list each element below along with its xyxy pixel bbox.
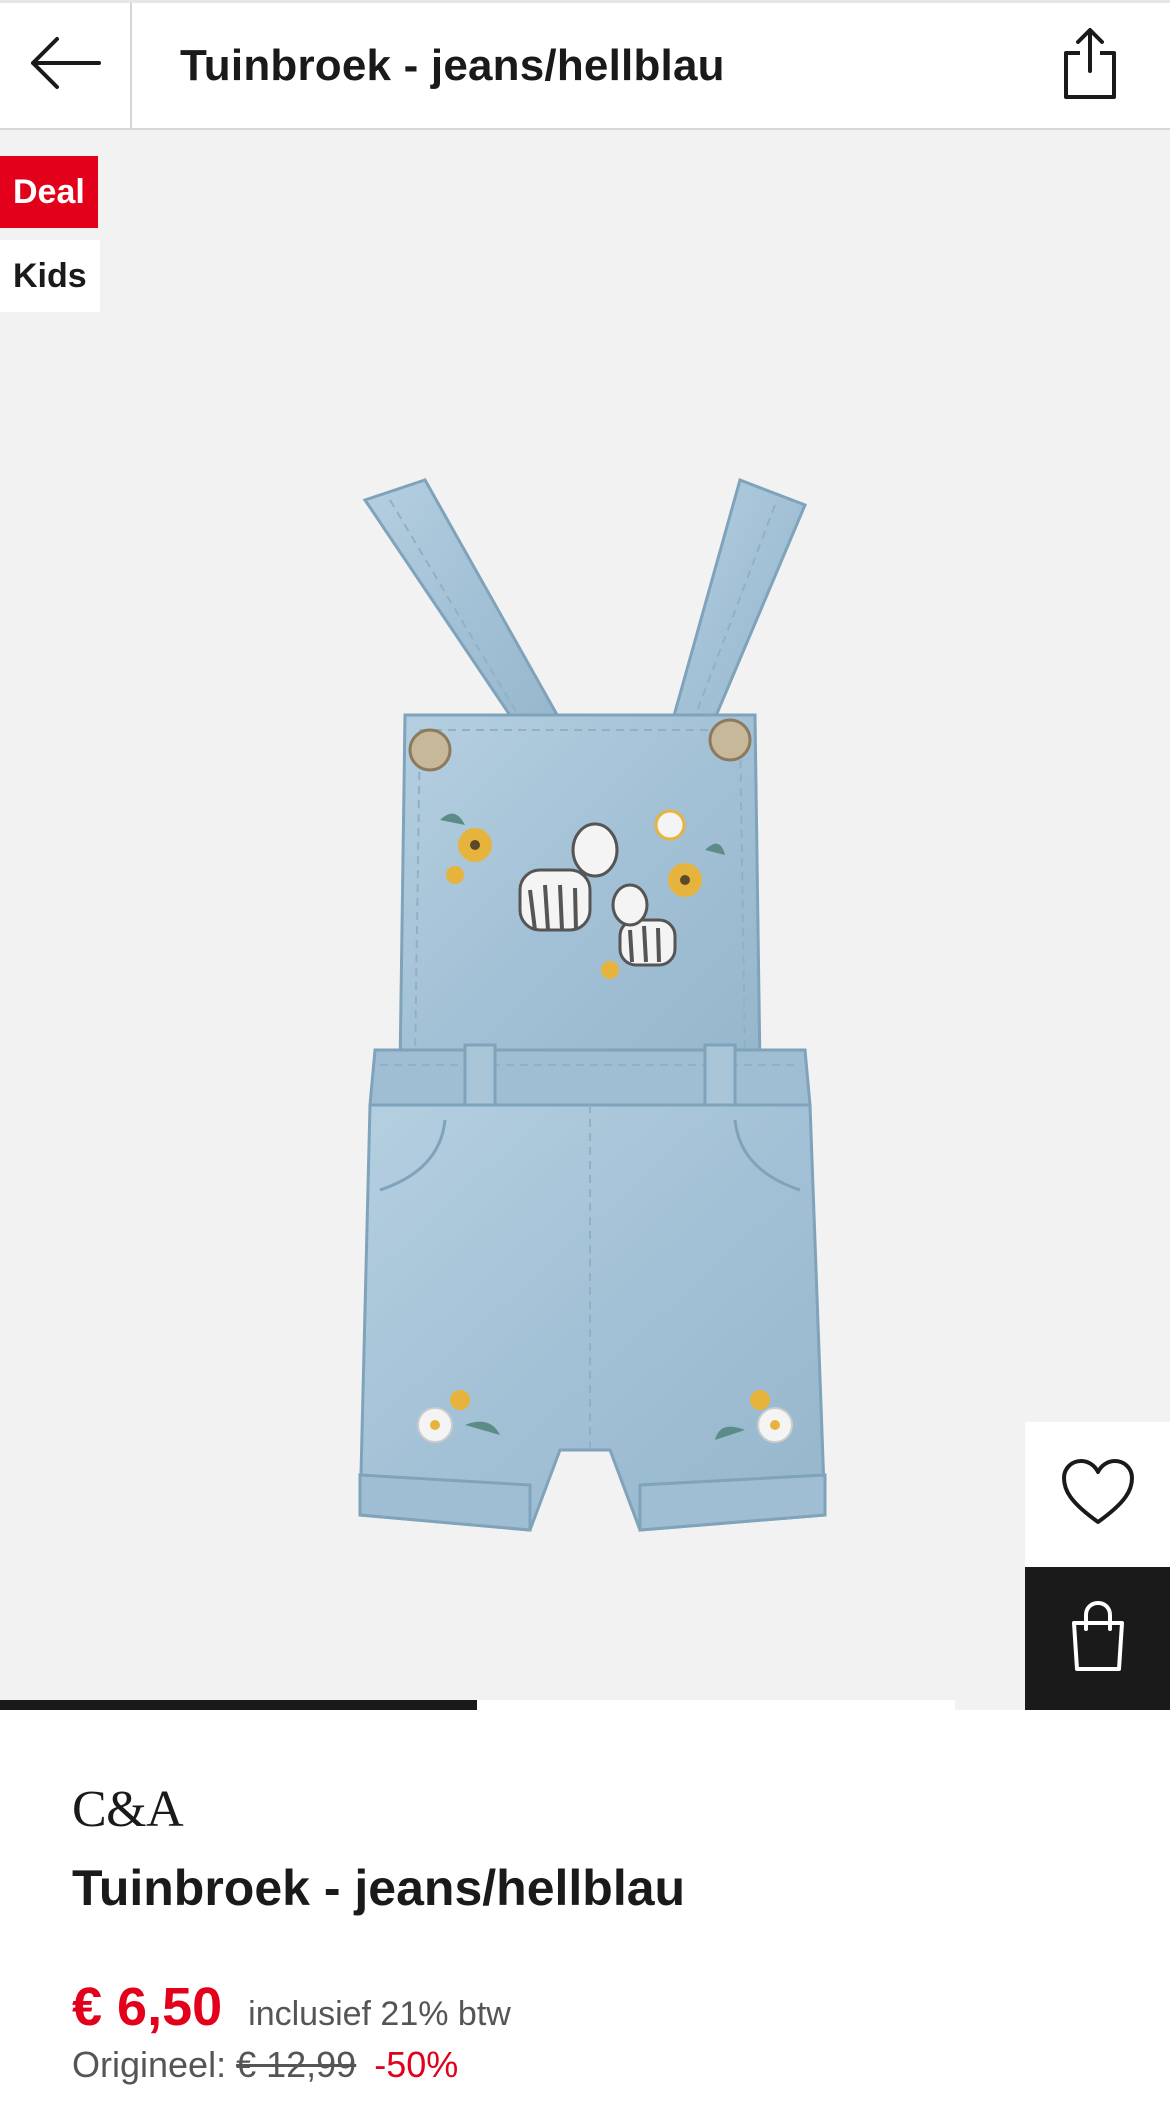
product-title: Tuinbroek - jeans/hellblau <box>72 1860 686 1916</box>
discount-percent: -50% <box>374 2044 459 2085</box>
product-info: C&A Tuinbroek - jeans/hellblau € 6,50 in… <box>72 1780 1102 2086</box>
pager-segment-active[interactable] <box>0 1700 477 1710</box>
vat-note: inclusief 21% btw <box>248 1995 511 2033</box>
kids-badge: Kids <box>0 240 100 312</box>
shopping-bag-icon <box>1066 1599 1130 1678</box>
price-row: € 6,50 inclusief 21% btw <box>72 1976 1102 2038</box>
brand-name[interactable]: C&A <box>72 1780 1102 1840</box>
page-title: Tuinbroek - jeans/hellblau <box>180 41 725 90</box>
product-image <box>358 478 827 1532</box>
gallery-pager <box>0 1700 955 1710</box>
arrow-left-icon <box>27 33 103 98</box>
back-button[interactable] <box>0 3 132 128</box>
original-price-row: Origineel: € 12,99 -50% <box>72 2044 1102 2086</box>
original-price: € 12,99 <box>236 2044 357 2085</box>
wishlist-button[interactable] <box>1025 1422 1170 1567</box>
product-image-gallery[interactable]: Deal Kids <box>0 130 1170 1710</box>
current-price: € 6,50 <box>72 1977 223 2037</box>
top-bar: Tuinbroek - jeans/hellblau <box>0 0 1170 130</box>
pager-segment[interactable] <box>477 1700 955 1710</box>
original-label: Origineel: <box>72 2044 227 2085</box>
share-button[interactable] <box>1050 25 1130 105</box>
heart-icon <box>1060 1458 1136 1531</box>
add-to-bag-button[interactable] <box>1025 1567 1170 1710</box>
deal-badge: Deal <box>0 156 98 228</box>
share-icon <box>1060 25 1120 106</box>
